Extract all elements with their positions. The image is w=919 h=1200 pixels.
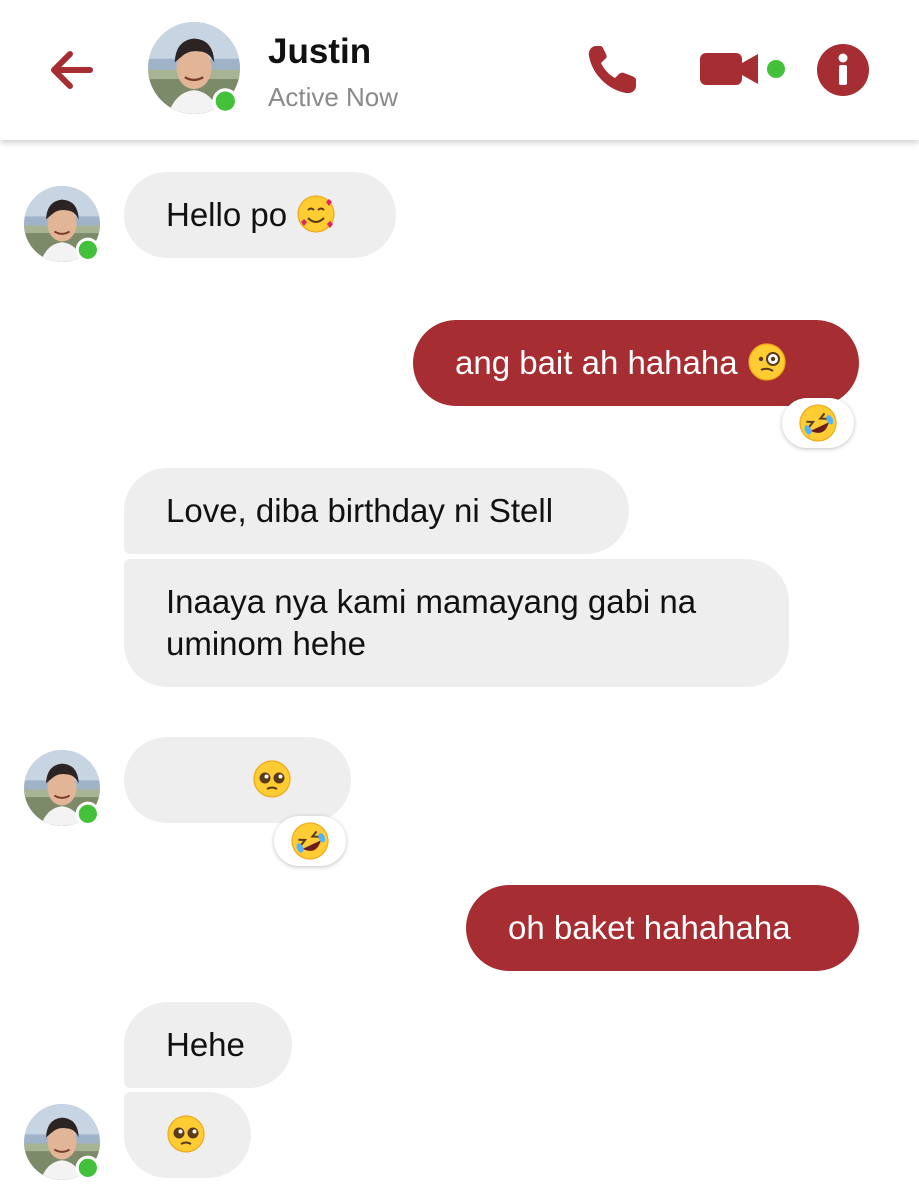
rolling-on-floor-laughing-icon xyxy=(290,821,330,861)
online-indicator xyxy=(215,91,235,111)
contact-avatar[interactable] xyxy=(24,186,100,262)
message-text: Inaaya nya kami mamayang gabi na xyxy=(166,583,697,620)
message-text: Hello po xyxy=(166,196,297,233)
video-camera-icon xyxy=(700,53,785,85)
pleading-face-icon xyxy=(212,759,252,799)
contact-avatar[interactable] xyxy=(24,1104,100,1180)
contact-avatar[interactable] xyxy=(148,22,240,114)
message-bubble[interactable]: Hehe xyxy=(124,1002,292,1088)
message-text: Love, diba birthday ni Stell xyxy=(166,492,554,529)
arrow-left-icon xyxy=(51,51,93,89)
pleading-face-icon xyxy=(166,1114,206,1154)
pleading-face-icon xyxy=(252,759,292,799)
message-reaction[interactable] xyxy=(274,816,346,866)
back-button[interactable] xyxy=(40,38,104,102)
message-bubble[interactable]: Hello po xyxy=(124,172,396,258)
contact-name[interactable]: Justin xyxy=(268,32,371,72)
smiling-face-with-hearts-icon xyxy=(296,194,336,234)
contact-status: Active Now xyxy=(268,82,399,112)
pleading-face-icon xyxy=(172,759,212,799)
chat-header: Justin Active Now xyxy=(0,0,919,140)
phone-icon xyxy=(588,46,636,94)
message-text: ang bait ah hahaha xyxy=(455,344,747,381)
message-bubble[interactable]: Love, diba birthday ni Stell xyxy=(124,468,629,554)
rolling-on-floor-laughing-icon xyxy=(798,403,838,443)
message-bubble[interactable]: Inaaya nya kami mamayang gabi na uminom … xyxy=(124,559,789,687)
message-text: oh baket hahahaha xyxy=(508,909,791,946)
video-call-button[interactable] xyxy=(698,46,790,92)
message-text: Hehe xyxy=(166,1026,245,1063)
info-icon xyxy=(817,44,869,96)
contact-avatar[interactable] xyxy=(24,750,100,826)
voice-call-button[interactable] xyxy=(582,40,642,100)
message-bubble-sent[interactable]: oh baket hahahaha xyxy=(466,885,859,971)
info-button[interactable] xyxy=(816,43,870,97)
message-reaction[interactable] xyxy=(782,398,854,448)
face-with-monocle-icon xyxy=(747,342,787,382)
message-bubble[interactable] xyxy=(124,1092,251,1178)
message-bubble-sent[interactable]: ang bait ah hahaha xyxy=(413,320,859,406)
message-bubble[interactable] xyxy=(124,737,351,823)
message-text: uminom hehe xyxy=(166,625,366,662)
